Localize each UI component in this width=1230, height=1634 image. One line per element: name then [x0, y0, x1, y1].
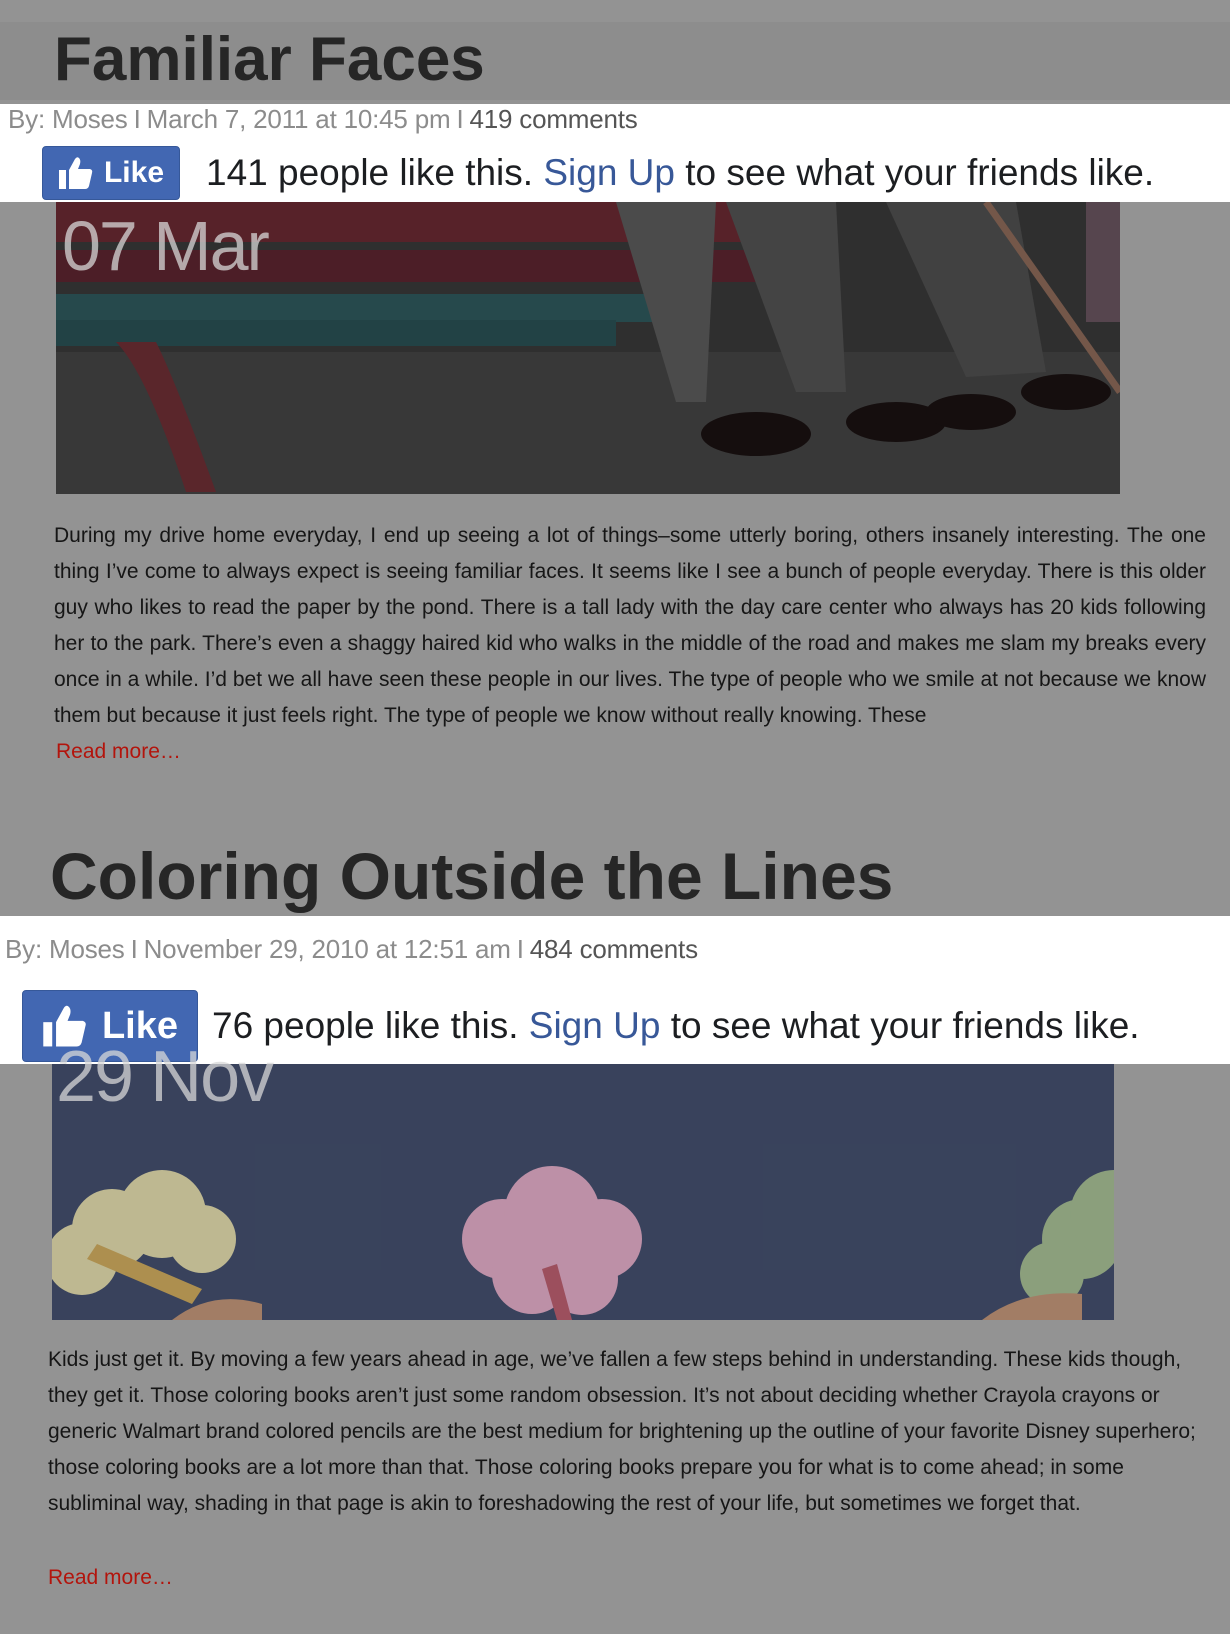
post-title[interactable]: Coloring Outside the Lines — [50, 838, 893, 914]
blog-page: Familiar Faces By: Moses I March 7, 2011 a… — [0, 0, 1230, 1634]
meta-separator: I — [130, 934, 138, 964]
post-meta: By: Moses I March 7, 2011 at 10:45 pm I 419 … — [8, 104, 638, 135]
like-summary: 141 people like this. Sign Up to see wha… — [206, 152, 1154, 194]
post-date-overlay: 29 Nov — [56, 1037, 274, 1117]
like-summary: 76 people like this. Sign Up to see what… — [212, 1005, 1140, 1047]
post-date: November 29, 2010 at 12:51 am — [143, 934, 511, 964]
post-author[interactable]: By: Moses — [8, 104, 128, 134]
post-date: March 7, 2011 at 10:45 pm — [146, 104, 451, 134]
meta-separator: I — [516, 934, 524, 964]
read-more-link[interactable]: Read more… — [48, 1566, 173, 1590]
like-button-label: Like — [103, 156, 165, 189]
post-meta: By: Moses I November 29, 2010 at 12:51 am I… — [5, 934, 698, 965]
post-excerpt: During my drive home everyday, I end up … — [54, 524, 1206, 727]
comment-count[interactable]: 419 — [469, 104, 512, 134]
comments-label[interactable]: comments — [519, 104, 638, 134]
meta-separator: I — [456, 104, 464, 134]
like-suffix-text: to see what your friends like. — [670, 1005, 1140, 1046]
facebook-like-button[interactable]: Like — [42, 146, 180, 200]
comment-count[interactable]: 484 — [530, 934, 573, 964]
comments-label[interactable]: comments — [580, 934, 699, 964]
signup-link[interactable]: Sign Up — [543, 152, 675, 193]
read-more-link[interactable]: Read more… — [56, 740, 181, 764]
like-suffix-text: to see what your friends like. — [685, 152, 1155, 193]
facebook-like-widget: Like 141 people like this. Sign Up to se… — [42, 146, 1154, 200]
like-count-text: 141 people like this. — [206, 152, 534, 193]
post-meta-bar: By: Moses I March 7, 2011 at 10:45 pm I 419 … — [0, 104, 1230, 202]
post-author[interactable]: By: Moses — [5, 934, 125, 964]
signup-link[interactable]: Sign Up — [529, 1005, 661, 1046]
post-title[interactable]: Familiar Faces — [54, 24, 485, 95]
post-excerpt: Kids just get it. By moving a few years … — [48, 1348, 1196, 1515]
thumbs-up-icon — [58, 157, 93, 189]
post-thumbnail[interactable]: 07 Mar — [56, 202, 1120, 494]
post-date-overlay: 07 Mar — [62, 207, 270, 285]
meta-separator: I — [133, 104, 141, 134]
